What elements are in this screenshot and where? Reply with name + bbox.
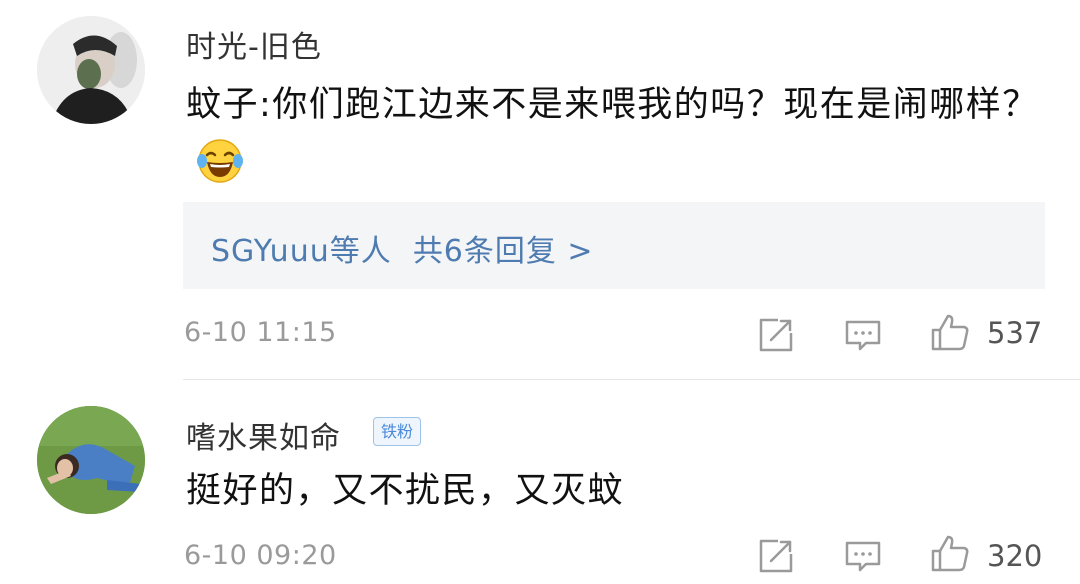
thumbs-up-icon — [931, 535, 969, 572]
like-button[interactable] — [930, 312, 970, 352]
fan-badge: 铁粉 — [373, 417, 422, 446]
comment-text: 蚊子:你们跑江边来不是来喂我的吗？现在是闹哪样？ — [186, 76, 1046, 192]
timestamp: 6-10 09:20 — [184, 540, 337, 571]
comment-button[interactable] — [843, 315, 883, 355]
share-button[interactable] — [756, 315, 796, 355]
comment-text-content: 挺好的，又不扰民，又灭蚊 — [186, 471, 625, 511]
share-button[interactable] — [756, 536, 796, 576]
laughing-tears-emoji-icon — [196, 137, 244, 185]
timestamp: 6-10 11:15 — [184, 317, 337, 348]
comment-item: 嗜水果如命 铁粉 挺好的，又不扰民，又灭蚊 6-10 09:20 320 — [0, 380, 1080, 584]
avatar[interactable] — [37, 406, 145, 514]
avatar[interactable] — [37, 16, 145, 124]
replies-users: SGYuuu等人 — [211, 234, 392, 269]
like-button[interactable] — [930, 533, 970, 573]
share-icon — [759, 318, 793, 352]
thumbs-up-icon — [931, 314, 969, 351]
like-count: 537 — [987, 316, 1043, 350]
replies-preview[interactable]: SGYuuu等人 共6条回复 > — [183, 202, 1045, 289]
avatar-image — [37, 16, 145, 124]
username[interactable]: 嗜水果如命 — [186, 413, 341, 457]
like-count: 320 — [987, 539, 1043, 573]
replies-link[interactable]: SGYuuu等人 共6条回复 > — [211, 226, 594, 270]
replies-count: 共6条回复 > — [412, 234, 594, 269]
comment-icon — [845, 541, 881, 572]
share-icon — [759, 539, 793, 573]
comment-icon — [845, 320, 881, 351]
username[interactable]: 时光-旧色 — [186, 22, 322, 66]
comment-item: 时光-旧色 蚊子:你们跑江边来不是来喂我的吗？现在是闹哪样？ SGYuuu等人 … — [0, 0, 1080, 380]
comment-text-content: 蚊子:你们跑江边来不是来喂我的吗？现在是闹哪样？ — [186, 85, 1039, 125]
comment-text: 挺好的，又不扰民，又灭蚊 — [186, 462, 1046, 520]
comment-button[interactable] — [843, 536, 883, 576]
avatar-image — [37, 406, 145, 514]
